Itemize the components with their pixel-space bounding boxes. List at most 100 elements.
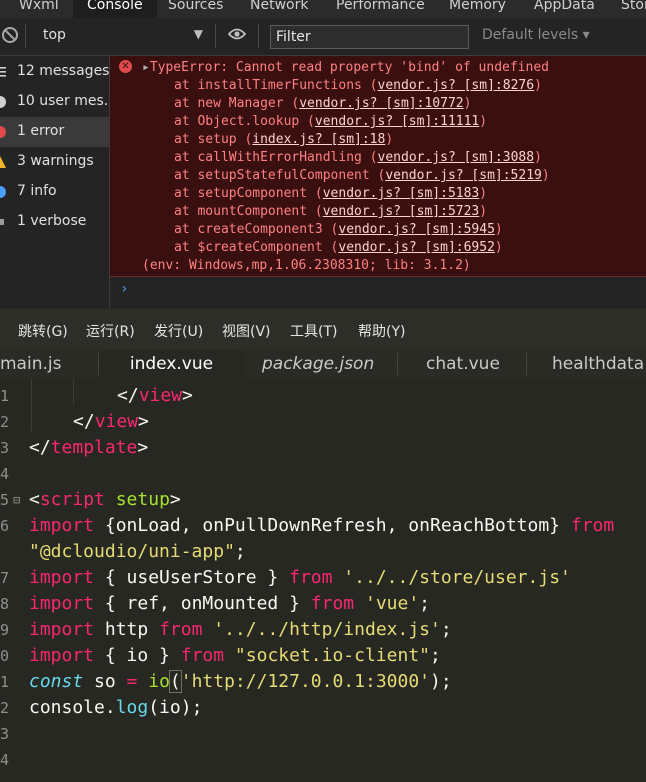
line-number: 6	[0, 517, 9, 535]
env-info: (env: Windows,mp,1.06.2308310; lib: 3.1.…	[142, 258, 471, 273]
stack-function: new Manager	[197, 96, 284, 111]
stack-at-label: at	[174, 150, 198, 165]
sidebar-item-info[interactable]: 7 info	[0, 177, 109, 207]
console-sidebar: 12 messages 10 user mes... 1 error 3 war…	[0, 56, 110, 308]
code-line: const so = io('http://127.0.0.1:3000');	[29, 670, 452, 693]
stack-file-link[interactable]: index.js? [sm]:18	[252, 132, 385, 147]
stack-function: setupStatefulComponent	[197, 168, 370, 183]
menu-goto[interactable]: 跳转(G)	[18, 321, 68, 341]
tab-divider	[397, 353, 398, 375]
tab-console[interactable]: Console	[73, 0, 157, 18]
stack-at-label: at	[174, 132, 198, 147]
line-number: 1	[0, 673, 9, 691]
sidebar-item-label: 12 messages	[17, 63, 109, 79]
file-tab-main-js[interactable]: main.js	[0, 349, 73, 379]
tab-appdata[interactable]: AppData	[534, 0, 595, 18]
sidebar-item-verbose[interactable]: 1 verbose	[0, 207, 109, 237]
line-number: 2	[0, 413, 9, 431]
sidebar-item-user-messages[interactable]: 10 user mes...	[0, 87, 109, 117]
context-label: top	[43, 27, 66, 43]
file-tab-package-json[interactable]: package.json	[262, 349, 374, 379]
code-line: import { io } from "socket.io-client";	[29, 645, 441, 666]
stack-frame: at installTimerFunctions (vendor.js? [sm…	[174, 78, 542, 93]
tab-divider	[526, 353, 527, 375]
stack-function: $createComponent	[197, 240, 323, 255]
sidebar-item-warnings[interactable]: 3 warnings	[0, 147, 109, 177]
file-tab-index-vue[interactable]: index.vue	[99, 349, 244, 379]
tab-memory[interactable]: Memory	[449, 0, 506, 18]
menu-help[interactable]: 帮助(Y)	[358, 321, 405, 341]
sidebar-item-errors[interactable]: 1 error	[0, 117, 109, 147]
menu-publish[interactable]: 发行(U)	[154, 321, 203, 341]
stack-file-link[interactable]: vendor.js? [sm]:10772	[299, 96, 463, 111]
toolbar-divider	[25, 24, 26, 48]
stack-frame: at $createComponent (vendor.js? [sm]:695…	[174, 240, 503, 255]
line-number: 3	[0, 725, 9, 743]
eye-icon[interactable]	[228, 28, 246, 40]
stack-frame: at createComponent3 (vendor.js? [sm]:594…	[174, 222, 503, 237]
sidebar-item-label: 7 info	[17, 183, 57, 199]
code-editor[interactable]: 1 2 3 4 5 ⊟ 6 7 8 9 0 1 2 3 4 </view> </…	[0, 379, 646, 782]
editor-menubar: 跳转(G) 运行(R) 发行(U) 视图(V) 工具(T) 帮助(Y)	[0, 309, 646, 349]
user-icon	[0, 96, 6, 108]
default-levels-dropdown[interactable]: Default levels ▾	[482, 27, 590, 43]
stack-frame: at mountComponent (vendor.js? [sm]:5723)	[174, 204, 488, 219]
tab-sources[interactable]: Sources	[168, 0, 223, 18]
error-title-line[interactable]: ▸TypeError: Cannot read property 'bind' …	[142, 60, 549, 75]
stack-at-label: at	[174, 78, 198, 93]
expand-triangle-icon[interactable]: ▸	[142, 60, 150, 75]
stack-at-label: at	[174, 240, 198, 255]
tab-network[interactable]: Network	[250, 0, 308, 18]
console-prompt[interactable]: ›	[120, 281, 128, 297]
file-tab-chat-vue[interactable]: chat.vue	[426, 349, 500, 379]
devtools-tab-bar: Wxml Console Sources Network Performance…	[0, 0, 646, 18]
menu-view[interactable]: 视图(V)	[222, 321, 271, 341]
stack-frame: at Object.lookup (vendor.js? [sm]:11111)	[174, 114, 488, 129]
line-number: 2	[0, 699, 9, 717]
line-number: 5	[0, 491, 9, 509]
tab-performance[interactable]: Performance	[336, 0, 425, 18]
verbose-icon	[0, 219, 4, 225]
menu-run[interactable]: 运行(R)	[86, 321, 135, 341]
context-selector[interactable]: top ▼	[33, 24, 211, 48]
console-output: ✕ ▸TypeError: Cannot read property 'bind…	[110, 56, 646, 308]
line-number: 1	[0, 387, 9, 405]
stack-file-link[interactable]: vendor.js? [sm]:5219	[385, 168, 542, 183]
code-line: import http from '../../http/index.js';	[29, 619, 452, 640]
stack-file-link[interactable]: vendor.js? [sm]:6952	[338, 240, 495, 255]
toolbar-divider	[215, 24, 216, 48]
sidebar-item-label: 10 user mes...	[17, 93, 109, 109]
menu-tools[interactable]: 工具(T)	[290, 321, 337, 341]
stack-file-link[interactable]: vendor.js? [sm]:8276	[378, 78, 535, 93]
file-tab-bar: main.js index.vue package.json chat.vue …	[0, 349, 646, 379]
error-title: TypeError: Cannot read property 'bind' o…	[149, 60, 549, 75]
tab-wxml[interactable]: Wxml	[19, 0, 59, 18]
filter-input[interactable]	[270, 25, 469, 49]
line-number: 4	[0, 751, 9, 769]
fold-icon[interactable]: ⊟	[13, 493, 20, 507]
stack-frame: at callWithErrorHandling (vendor.js? [sm…	[174, 150, 542, 165]
info-icon	[0, 186, 6, 198]
code-line: </view>	[73, 411, 149, 432]
stack-function: Object.lookup	[197, 114, 300, 129]
line-number-gutter: 1 2 3 4 5 ⊟ 6 7 8 9 0 1 2 3 4	[0, 379, 20, 782]
stack-frame: at new Manager (vendor.js? [sm]:10772)	[174, 96, 472, 111]
stack-file-link[interactable]: vendor.js? [sm]:3088	[378, 150, 535, 165]
stack-function: setup	[197, 132, 237, 147]
warning-icon	[0, 156, 6, 168]
stack-file-link[interactable]: vendor.js? [sm]:5723	[323, 204, 480, 219]
sidebar-item-messages[interactable]: 12 messages	[0, 57, 109, 87]
code-line: console.log(io);	[29, 697, 203, 718]
error-icon	[0, 126, 6, 138]
stack-at-label: at	[174, 222, 198, 237]
file-tab-healthdata[interactable]: healthdata.v	[552, 349, 646, 379]
stack-file-link[interactable]: vendor.js? [sm]:5183	[323, 186, 480, 201]
stack-file-link[interactable]: vendor.js? [sm]:11111	[315, 114, 479, 129]
stack-function: installTimerFunctions	[197, 78, 362, 93]
line-number: 7	[0, 569, 9, 587]
tab-storage[interactable]: Stor	[621, 0, 646, 18]
clear-console-icon[interactable]	[2, 27, 18, 43]
stack-file-link[interactable]: vendor.js? [sm]:5945	[338, 222, 495, 237]
code-line: import {onLoad, onPullDownRefresh, onRea…	[29, 515, 615, 536]
error-x-icon: ✕	[119, 60, 132, 73]
